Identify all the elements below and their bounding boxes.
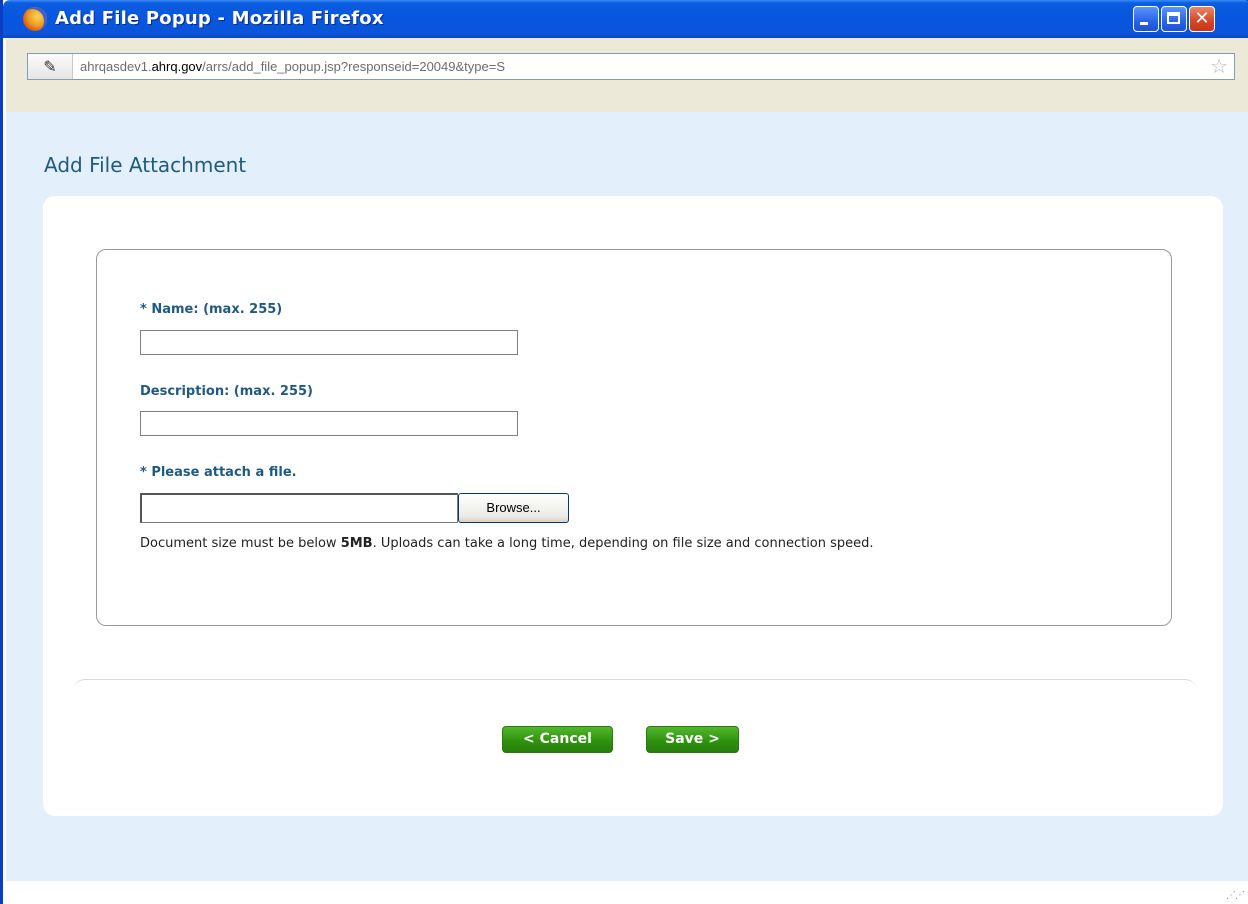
close-icon: ✕	[1194, 8, 1210, 29]
file-label: * Please attach a file.	[140, 465, 297, 480]
maximize-icon	[1167, 12, 1180, 24]
description-input[interactable]	[140, 411, 518, 436]
file-path-input[interactable]	[140, 493, 458, 523]
star-icon[interactable]: ☆	[1210, 55, 1228, 77]
description-label: Description: (max. 255)	[140, 384, 313, 399]
name-label: * Name: (max. 255)	[140, 302, 283, 317]
hint-text-before: Document size must be below	[140, 536, 341, 551]
upload-hint: Document size must be below 5MB. Uploads…	[140, 532, 1100, 556]
title-bar[interactable]: Add File Popup - Mozilla Firefox ✕	[3, 0, 1248, 38]
page-content: Add File Attachment * Name: (max. 255) D…	[6, 112, 1248, 881]
attachment-fieldset: * Name: (max. 255) Description: (max. 25…	[96, 249, 1172, 626]
url-text[interactable]: ahrqasdev1.ahrq.gov/arrs/add_file_popup.…	[80, 59, 505, 74]
status-strip: ⋰⋰	[6, 881, 1248, 904]
form-panel: * Name: (max. 255) Description: (max. 25…	[43, 196, 1223, 816]
hint-text-after: . Uploads can take a long time, dependin…	[372, 536, 874, 551]
url-domain: ahrq.gov	[151, 59, 203, 74]
url-path: /arrs/add_file_popup.jsp?responseid=2004…	[202, 59, 505, 74]
close-button[interactable]: ✕	[1189, 6, 1215, 32]
minimize-button[interactable]	[1133, 6, 1159, 32]
page-title: Add File Attachment	[44, 153, 247, 177]
hhs-site-icon[interactable]: ✎	[28, 54, 73, 79]
address-bar: ✎ ahrqasdev1.ahrq.gov/arrs/add_file_popu…	[6, 38, 1248, 112]
browser-window: Add File Popup - Mozilla Firefox ✕ ✎ ahr…	[0, 0, 1248, 904]
name-input[interactable]	[140, 330, 518, 355]
url-field[interactable]: ✎ ahrqasdev1.ahrq.gov/arrs/add_file_popu…	[27, 53, 1235, 80]
window-title: Add File Popup - Mozilla Firefox	[55, 8, 384, 29]
maximize-button[interactable]	[1161, 6, 1187, 32]
cancel-button[interactable]: < Cancel	[502, 726, 613, 753]
resize-grip-icon[interactable]: ⋰⋰	[1226, 890, 1245, 901]
firefox-icon	[23, 7, 47, 31]
url-prefix: ahrqasdev1.	[80, 59, 152, 74]
minimize-icon	[1140, 22, 1148, 25]
section-divider	[73, 679, 1197, 692]
save-button[interactable]: Save >	[646, 726, 739, 753]
hint-size-limit: 5MB	[340, 536, 373, 551]
browse-button[interactable]: Browse...	[458, 493, 569, 523]
